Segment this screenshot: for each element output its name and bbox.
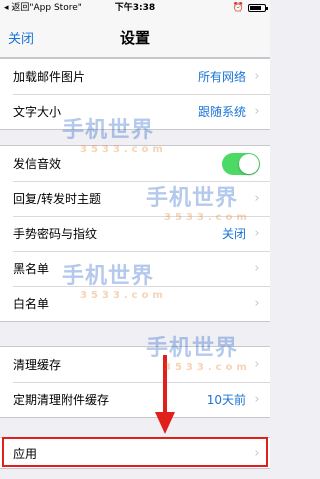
highlight-box [2,437,268,467]
row-value: 关闭 [221,227,246,241]
arrow-down-icon [155,412,175,434]
row-whitelist[interactable]: 白名单 › [0,286,270,321]
send-sound-toggle[interactable] [222,152,260,175]
row-value: 所有网络 [197,70,246,84]
row-send-sound: 发信音效 [0,146,270,181]
status-bar: ◂ 返回"App Store" 下午3:38 ⏰ [0,0,270,16]
row-blacklist[interactable]: 黑名单 › [0,251,270,286]
row-label: 回复/转发时主题 [13,192,102,206]
row-font-size[interactable]: 文字大小 跟随系统 › [0,94,270,129]
chevron-right-icon: › [254,226,260,241]
row-label: 定期清理附件缓存 [13,393,110,407]
chevron-right-icon: › [254,296,260,311]
toggle-knob [239,153,259,174]
arrow-shaft [163,355,167,415]
battery-icon [248,4,268,12]
settings-group-cache: 清理缓存 › 定期清理附件缓存 10天前 › [0,346,270,418]
row-reply-subject[interactable]: 回复/转发时主题 › [0,181,270,216]
chevron-right-icon: › [254,357,260,372]
row-label: 手势密码与指纹 [13,227,98,241]
alarm-icon: ⏰ [232,3,244,13]
chevron-right-icon: › [254,261,260,276]
chevron-right-icon: › [254,191,260,206]
page-title: 设置 [119,29,150,47]
chevron-right-icon: › [254,69,260,84]
row-label: 黑名单 [13,262,50,276]
row-label: 文字大小 [13,105,62,119]
status-time: 下午3:38 [114,3,156,13]
chevron-right-icon: › [254,104,260,119]
row-label: 清理缓存 [13,358,62,372]
row-gesture-password[interactable]: 手势密码与指纹 关闭 › [0,216,270,251]
battery-fill [250,6,261,10]
navigation-bar: 关闭 设置 [0,16,270,58]
row-label: 加载邮件图片 [13,70,86,84]
chevron-right-icon: › [254,392,260,407]
row-load-images[interactable]: 加载邮件图片 所有网络 › [0,59,270,94]
row-value: 跟随系统 [197,105,246,119]
row-clear-cache[interactable]: 清理缓存 › [0,347,270,382]
row-label: 发信音效 [13,157,62,171]
row-periodic-cache-clean[interactable]: 定期清理附件缓存 10天前 › [0,382,270,417]
settings-group-mail: 发信音效 回复/转发时主题 › 手势密码与指纹 关闭 › 黑名单 › 白名单 › [0,145,270,322]
row-value: 10天前 [206,393,246,407]
settings-group-display: 加载邮件图片 所有网络 › 文字大小 跟随系统 › [0,58,270,130]
row-label: 白名单 [13,297,50,311]
status-right-icons: ⏰ [232,0,268,16]
